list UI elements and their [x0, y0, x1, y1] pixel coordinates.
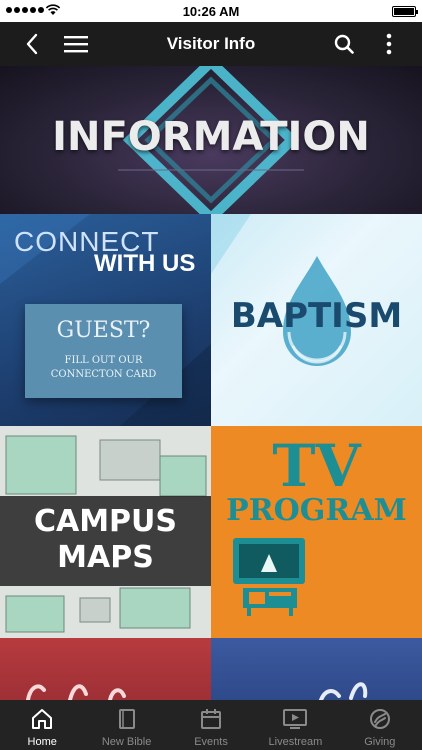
- connect-subtitle: WITH US: [94, 250, 196, 277]
- tab-home[interactable]: Home: [0, 700, 84, 750]
- baptism-title: BAPTISM: [230, 296, 403, 336]
- nav-bar: Visitor Info: [0, 22, 422, 66]
- connect-tile[interactable]: CONNECT WITH US GUEST? FILL OUT OUR CONN…: [0, 214, 211, 426]
- featured-tile-red[interactable]: [0, 638, 211, 700]
- more-button[interactable]: [369, 22, 409, 66]
- tab-giving[interactable]: Giving: [338, 700, 422, 750]
- search-button[interactable]: [324, 22, 364, 66]
- tab-label: Home: [27, 736, 57, 748]
- more-vertical-icon: [386, 33, 392, 55]
- tab-bar: Home New Bible Events Livestream Giving: [0, 700, 422, 750]
- status-bar: 10:26 AM: [0, 0, 422, 22]
- information-tile[interactable]: INFORMATION: [0, 66, 422, 214]
- tab-events[interactable]: Events: [169, 700, 253, 750]
- search-icon: [334, 34, 354, 54]
- home-icon: [32, 709, 53, 729]
- content-grid: INFORMATION CONNECT WITH US GUEST? FILL …: [0, 66, 422, 700]
- play-icon: [283, 709, 308, 729]
- book-icon: [118, 709, 135, 729]
- campus-maps-banner: CAMPUS MAPS: [0, 496, 211, 586]
- guest-card: GUEST? FILL OUT OUR CONNECTON CARD: [25, 304, 182, 398]
- tab-label: Livestream: [268, 736, 323, 748]
- tab-livestream[interactable]: Livestream: [253, 700, 337, 750]
- campus-maps-title-line1: CAMPUS: [33, 504, 178, 539]
- tab-label: Events: [194, 736, 228, 748]
- information-title: INFORMATION: [52, 114, 370, 160]
- battery-icon: [392, 6, 418, 17]
- tab-label: Giving: [364, 736, 396, 748]
- campus-maps-title-line2: MAPS: [57, 540, 154, 575]
- tv-icon: [233, 538, 305, 616]
- featured-tile-blue[interactable]: [211, 638, 422, 700]
- tv-program-tile[interactable]: TV PROGRAM: [211, 426, 422, 638]
- giving-icon: [369, 709, 390, 729]
- status-time: 10:26 AM: [182, 4, 240, 19]
- baptism-tile[interactable]: BAPTISM: [211, 214, 422, 426]
- guest-card-title: GUEST?: [56, 318, 151, 343]
- script-graphic: [319, 682, 368, 700]
- tab-label: New Bible: [101, 736, 152, 748]
- guest-card-subtitle: FILL OUT OUR CONNECTON CARD: [50, 355, 157, 380]
- campus-maps-tile[interactable]: CAMPUS MAPS: [0, 426, 211, 638]
- calendar-icon: [201, 709, 222, 729]
- script-graphic: [26, 684, 126, 700]
- tab-new-bible[interactable]: New Bible: [84, 700, 168, 750]
